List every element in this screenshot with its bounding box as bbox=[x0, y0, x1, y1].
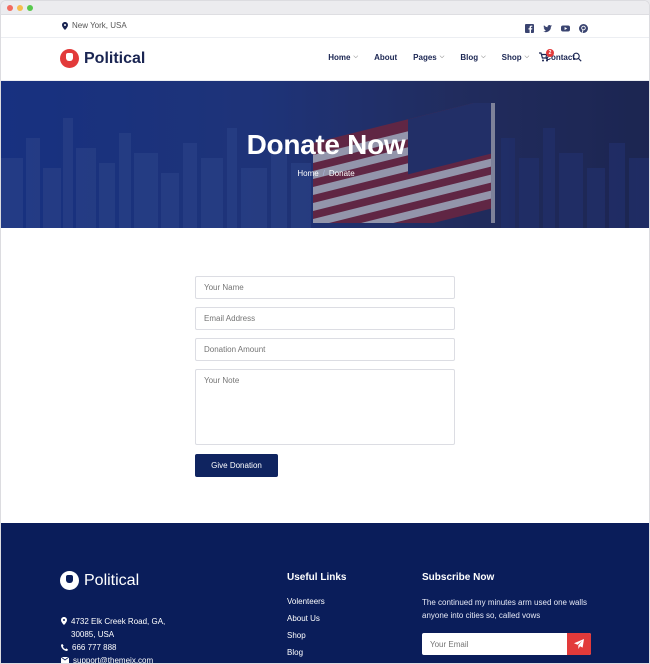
brand-name: Political bbox=[84, 49, 146, 67]
breadcrumb: Home / Donate bbox=[1, 169, 649, 178]
address-line-1: 4732 Elk Creek Road, GA, bbox=[71, 617, 166, 626]
footer-link-shop[interactable]: Shop bbox=[287, 631, 325, 640]
nav-label: Pages bbox=[413, 53, 437, 62]
address-line-2: 30085, USA bbox=[71, 630, 115, 639]
nav-item-blog[interactable]: Blog ⌵ bbox=[460, 53, 485, 62]
phone: 666 777 888 bbox=[61, 641, 165, 654]
footer-contact: 4732 Elk Creek Road, GA, 30085, USA 666 … bbox=[61, 615, 165, 663]
phone-icon bbox=[61, 644, 68, 651]
cart-count-badge: 2 bbox=[546, 49, 554, 57]
subscribe-button[interactable] bbox=[567, 633, 591, 655]
location: New York, USA bbox=[62, 21, 127, 30]
useful-links: Volenteers About Us Shop Blog bbox=[287, 597, 325, 663]
nav-item-pages[interactable]: Pages ⌵ bbox=[413, 53, 444, 62]
chevron-down-icon: ⌵ bbox=[524, 54, 530, 60]
search-icon[interactable] bbox=[572, 52, 582, 62]
address: 4732 Elk Creek Road, GA, bbox=[61, 615, 165, 628]
email-input[interactable] bbox=[195, 307, 455, 330]
donation-form: Give Donation bbox=[195, 276, 455, 477]
browser-window: New York, USA Political Home ⌵ About Page… bbox=[0, 0, 650, 664]
close-window-button[interactable] bbox=[7, 5, 13, 11]
site-logo[interactable]: Political bbox=[60, 49, 145, 68]
chevron-down-icon: ⌵ bbox=[353, 54, 359, 60]
location-text: New York, USA bbox=[72, 21, 127, 30]
maximize-window-button[interactable] bbox=[27, 5, 33, 11]
useful-links-title: Useful Links bbox=[287, 572, 347, 583]
nav-menu: Home ⌵ About Pages ⌵ Blog ⌵ Shop ⌵ Contact bbox=[328, 53, 575, 62]
footer-brand-name: Political bbox=[84, 571, 140, 589]
page-title: Donate Now bbox=[246, 129, 406, 160]
facebook-icon[interactable] bbox=[525, 20, 534, 33]
social-links bbox=[525, 20, 588, 33]
name-input[interactable] bbox=[195, 276, 455, 299]
send-icon bbox=[574, 639, 584, 649]
map-pin-icon bbox=[61, 617, 67, 625]
breadcrumb-current: Donate bbox=[328, 169, 355, 178]
nav-item-shop[interactable]: Shop ⌵ bbox=[502, 53, 530, 62]
top-bar: New York, USA bbox=[1, 15, 649, 38]
breadcrumb-separator: / bbox=[322, 169, 325, 178]
pinterest-icon[interactable] bbox=[579, 20, 588, 33]
breadcrumb-home-link[interactable]: Home bbox=[297, 169, 318, 178]
nav-label: Home bbox=[328, 53, 351, 62]
main-navigation: Political Home ⌵ About Pages ⌵ Blog ⌵ Shop ⌵… bbox=[1, 38, 649, 81]
page-hero: Donate Now Home / Donate bbox=[1, 81, 649, 228]
twitter-icon[interactable] bbox=[543, 20, 552, 33]
phone-number[interactable]: 666 777 888 bbox=[72, 641, 117, 654]
nav-item-about[interactable]: About bbox=[374, 53, 397, 62]
nav-label: Shop bbox=[501, 53, 522, 62]
subscribe-title: Subscribe Now bbox=[422, 572, 495, 583]
email-address[interactable]: support@themeix.com bbox=[73, 654, 153, 663]
give-donation-button[interactable]: Give Donation bbox=[195, 454, 278, 477]
donation-amount-input[interactable] bbox=[195, 338, 455, 361]
nav-item-home[interactable]: Home ⌵ bbox=[328, 53, 358, 62]
nav-label: About bbox=[374, 53, 398, 62]
chevron-down-icon: ⌵ bbox=[481, 54, 486, 60]
youtube-icon[interactable] bbox=[561, 20, 570, 32]
note-textarea[interactable] bbox=[195, 369, 455, 445]
logo-fist-icon bbox=[60, 49, 79, 68]
minimize-window-button[interactable] bbox=[17, 5, 23, 11]
map-pin-icon bbox=[62, 21, 68, 30]
nav-label: Blog bbox=[460, 53, 479, 62]
site-footer: Political 4732 Elk Creek Road, GA, 30085… bbox=[1, 523, 649, 663]
window-chrome bbox=[1, 1, 649, 15]
subscribe-email-input[interactable] bbox=[422, 633, 567, 655]
footer-link-blog[interactable]: Blog bbox=[287, 648, 325, 657]
subscribe-description: The continued my minutes arm used one wa… bbox=[422, 598, 587, 620]
subscribe-form bbox=[422, 633, 591, 655]
footer-logo[interactable]: Political bbox=[60, 571, 139, 590]
email: support@themeix.com bbox=[61, 654, 165, 663]
footer-link-volenteers[interactable]: Volenteers bbox=[287, 597, 325, 606]
chevron-down-icon: ⌵ bbox=[439, 54, 445, 60]
envelope-icon bbox=[61, 657, 69, 663]
footer-link-about-us[interactable]: About Us bbox=[287, 614, 325, 623]
logo-fist-icon bbox=[60, 571, 79, 590]
